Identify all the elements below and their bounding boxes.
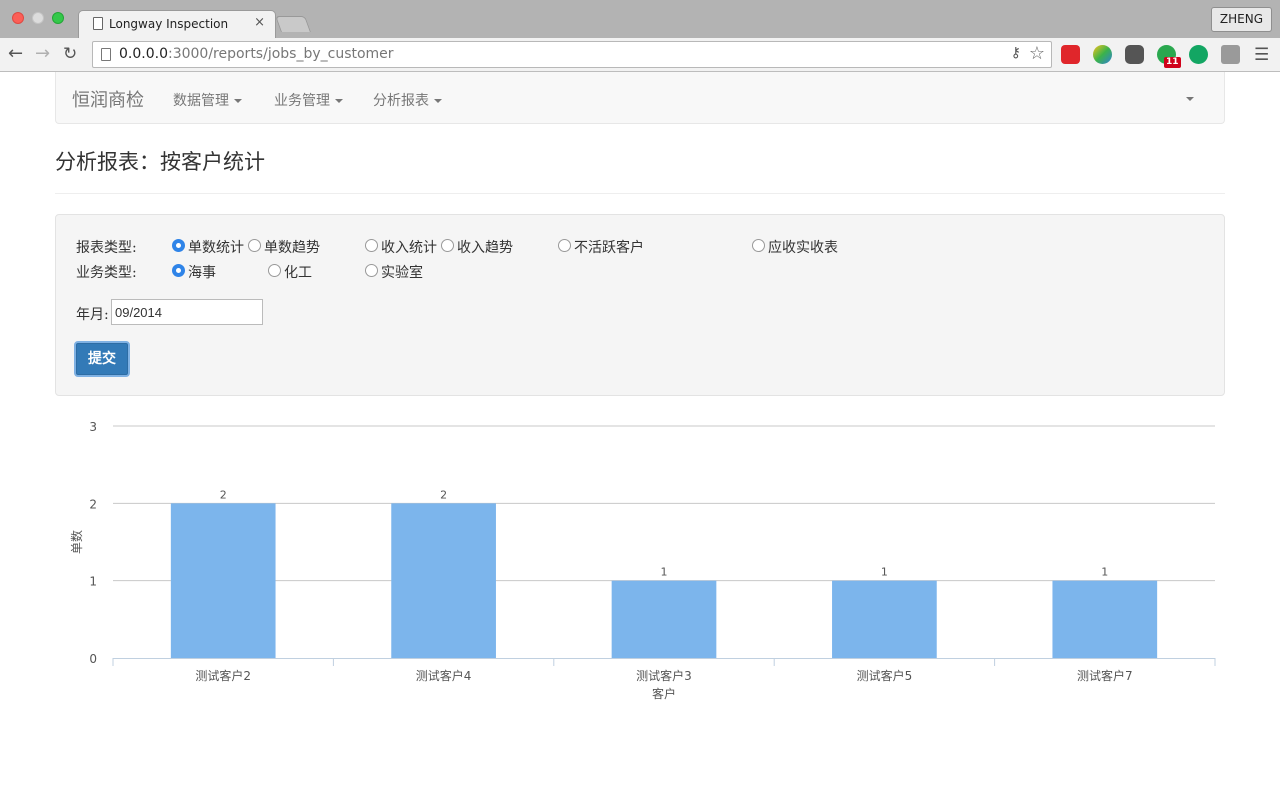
submit-button[interactable]: 提交	[74, 341, 130, 377]
data-label: 2	[440, 488, 447, 501]
radio-circle	[268, 264, 281, 277]
x-tick-label: 测试客户3	[636, 668, 692, 683]
month-input[interactable]	[111, 299, 263, 325]
bar	[832, 580, 937, 658]
radio-circle	[172, 264, 185, 277]
tab-title: Longway Inspection	[109, 17, 229, 31]
back-arrow-icon[interactable]: ←	[8, 43, 23, 65]
extension-gray-icon[interactable]	[1221, 45, 1240, 64]
new-tab-button[interactable]	[275, 16, 311, 32]
x-axis-title: 客户	[652, 686, 676, 701]
report-form: 报表类型: 单数统计 单数趋势 收入统计 收入趋势 不活跃客户 应收实收表 业务…	[55, 214, 1225, 396]
pocket-icon[interactable]	[1125, 45, 1144, 64]
url-text: 0.0.0.0:3000/reports/jobs_by_customer	[119, 46, 394, 62]
business-type-label: 业务类型:	[76, 265, 137, 281]
extension-badge: 11	[1164, 57, 1181, 68]
minimize-window-button[interactable]	[32, 12, 44, 24]
browser-tab[interactable]: Longway Inspection ×	[78, 10, 276, 38]
bar	[391, 503, 496, 658]
bar	[611, 580, 717, 658]
radio-circle	[558, 239, 571, 252]
maximize-window-button[interactable]	[52, 12, 64, 24]
extension-red-icon[interactable]	[1061, 45, 1080, 64]
x-tick-label: 测试客户4	[416, 668, 472, 683]
radio-circle	[365, 239, 378, 252]
x-tick-label: 测试客户2	[195, 668, 251, 683]
report-type-label: 报表类型:	[76, 240, 137, 256]
nav-data-management[interactable]: 数据管理	[173, 90, 242, 110]
forward-arrow-icon[interactable]: →	[35, 43, 50, 65]
menu-icon[interactable]: ☰	[1254, 45, 1269, 65]
chevron-down-icon	[234, 99, 242, 103]
radio-circle	[441, 239, 454, 252]
extension-colorful-icon[interactable]	[1093, 45, 1112, 64]
bar	[1052, 580, 1158, 658]
radio-circle	[365, 264, 378, 277]
radio-circle	[172, 239, 185, 252]
grammarly-icon[interactable]	[1189, 45, 1208, 64]
tab-close-icon[interactable]: ×	[254, 15, 265, 30]
brand[interactable]: 恒润商检	[72, 86, 144, 112]
close-window-button[interactable]	[12, 12, 24, 24]
y-tick-label: 3	[89, 420, 97, 434]
page-title: 分析报表：按客户统计	[55, 150, 265, 174]
nav-analysis-reports[interactable]: 分析报表	[373, 90, 442, 110]
radio-circle	[248, 239, 261, 252]
divider	[55, 193, 1225, 194]
bar	[170, 503, 276, 658]
browser-tabstrip: Longway Inspection × ZHENG	[0, 0, 1280, 38]
data-label: 1	[1101, 566, 1108, 579]
app-navbar: 恒润商检 数据管理 业务管理 分析报表	[55, 72, 1225, 124]
y-axis-title: 单数	[69, 530, 84, 554]
page-icon	[93, 17, 103, 30]
y-tick-label: 2	[89, 497, 97, 511]
user-menu-dropdown[interactable]	[1186, 97, 1194, 101]
radio-circle	[752, 239, 765, 252]
y-tick-label: 0	[89, 652, 97, 666]
y-tick-label: 1	[89, 575, 97, 589]
key-icon[interactable]: ⚷	[1011, 45, 1021, 61]
profile-button[interactable]: ZHENG	[1210, 7, 1272, 32]
month-label: 年月:	[76, 307, 109, 323]
address-bar[interactable]: 0.0.0.0:3000/reports/jobs_by_customer ⚷ …	[92, 41, 1052, 68]
data-label: 1	[661, 566, 668, 579]
data-label: 1	[881, 566, 888, 579]
jobs-by-customer-chart: 0 1 2 3 2 测试客户2 2 测试客户4 1 测试客户3 1 测试客户5 1 测试客户7 客户 单数	[69, 420, 1216, 701]
reload-icon[interactable]: ↻	[63, 43, 77, 65]
x-tick-label: 测试客户5	[857, 668, 913, 683]
data-label: 2	[220, 488, 227, 501]
chevron-down-icon	[434, 99, 442, 103]
x-tick-label: 测试客户7	[1077, 668, 1133, 683]
nav-business-management[interactable]: 业务管理	[274, 90, 343, 110]
chevron-down-icon	[335, 99, 343, 103]
browser-toolbar: ← → ↻ 0.0.0.0:3000/reports/jobs_by_custo…	[0, 38, 1280, 72]
bookmark-star-icon[interactable]: ☆	[1029, 43, 1045, 64]
page-icon	[101, 48, 111, 61]
